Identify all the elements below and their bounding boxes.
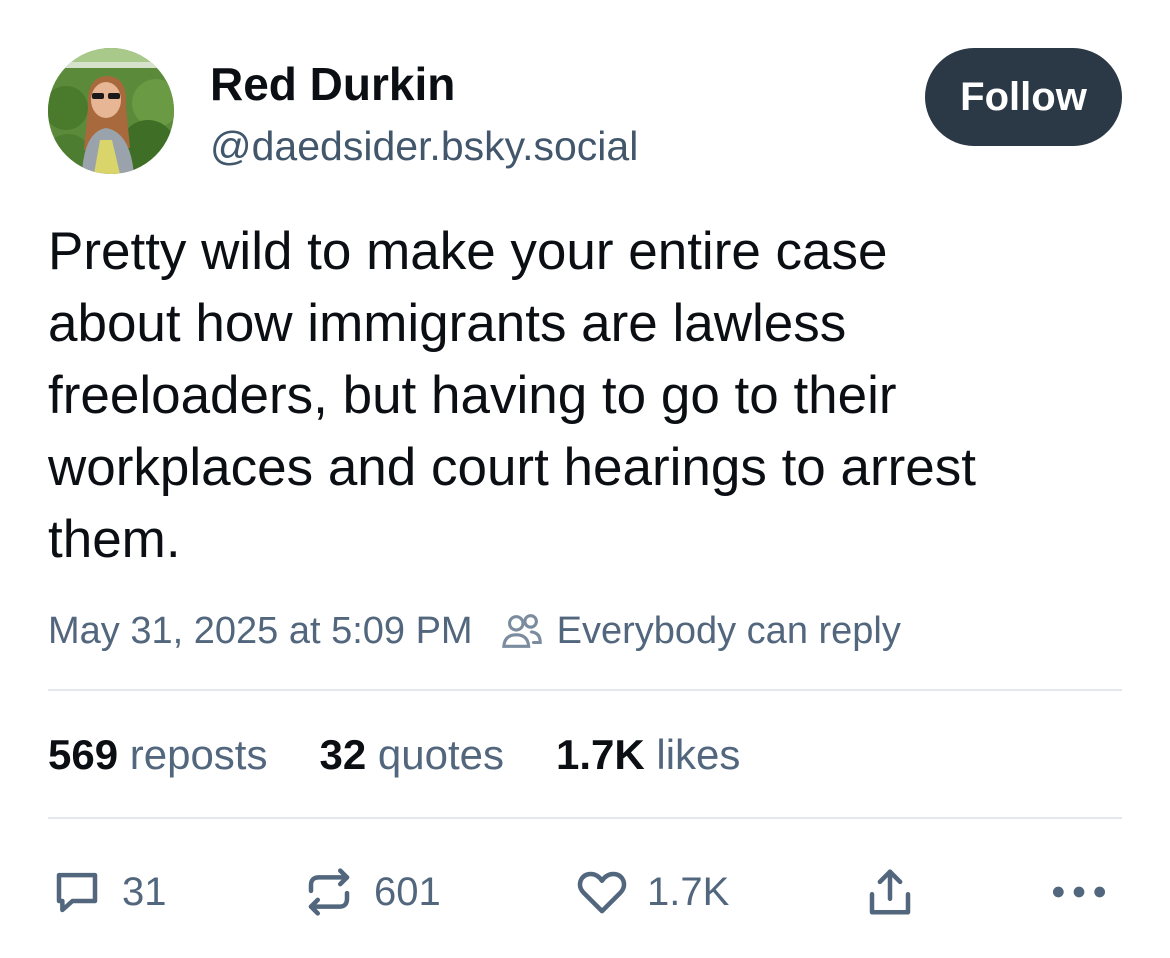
likes-stat[interactable]: 1.7K likes	[556, 731, 740, 779]
repost-button[interactable]: 601	[302, 860, 441, 924]
likes-count: 1.7K	[555, 731, 645, 778]
reply-setting[interactable]: Everybody can reply	[499, 608, 901, 654]
like-count: 1.7K	[647, 869, 730, 914]
people-icon	[501, 614, 542, 648]
more-options-button[interactable]	[1048, 860, 1110, 924]
more-dots-icon	[1052, 886, 1106, 898]
avatar[interactable]	[48, 48, 174, 174]
repost-count: 601	[374, 869, 441, 914]
share-button[interactable]	[863, 860, 917, 924]
author-handle[interactable]: @daedsider.bsky.social	[210, 122, 638, 170]
reply-count: 31	[122, 869, 167, 914]
reply-bubble-icon	[56, 872, 98, 913]
reposts-stat[interactable]: 569 reposts	[48, 731, 267, 779]
reposts-count: 569	[48, 731, 119, 778]
user-avatar-photo-icon	[48, 48, 174, 174]
post-timestamp: May 31, 2025 at 5:09 PM	[48, 609, 473, 652]
follow-button[interactable]: Follow	[925, 48, 1122, 146]
like-button[interactable]: 1.7K	[575, 860, 729, 924]
quotes-label: quotes	[377, 731, 504, 778]
reply-button[interactable]: 31	[50, 860, 167, 924]
repost-icon	[308, 868, 350, 916]
divider	[48, 689, 1122, 691]
quotes-count: 32	[319, 731, 367, 778]
divider	[48, 817, 1122, 819]
share-icon	[869, 869, 911, 915]
post-meta: May 31, 2025 at 5:09 PM Everybody can re…	[48, 604, 901, 658]
reposts-label: reposts	[129, 731, 268, 778]
post-detail: Red Durkin @daedsider.bsky.social Follow…	[0, 0, 1170, 958]
post-text: Pretty wild to make your entire case abo…	[48, 222, 976, 569]
display-name[interactable]: Red Durkin	[210, 58, 455, 110]
reply-setting-label: Everybody can reply	[556, 609, 901, 652]
post-actions: 31 601 1.7K	[48, 860, 1122, 924]
engagement-stats: 569 reposts 32 quotes 1.7K likes	[48, 727, 792, 783]
likes-label: likes	[656, 731, 741, 778]
quotes-stat[interactable]: 32 quotes	[319, 731, 504, 779]
heart-icon	[577, 871, 627, 914]
